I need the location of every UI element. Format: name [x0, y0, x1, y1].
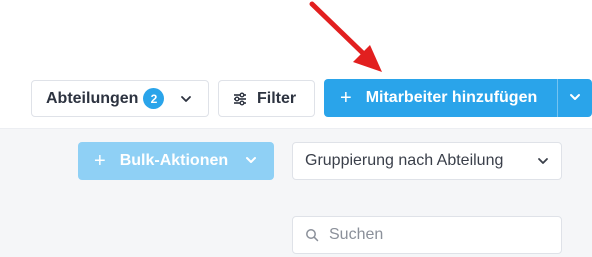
filter-label: Filter — [257, 89, 297, 107]
chevron-down-icon — [180, 93, 192, 105]
plus-icon: + — [340, 86, 352, 109]
red-arrow-icon — [309, 1, 382, 72]
chevron-down-icon[interactable] — [568, 90, 582, 109]
bulk-actions-button[interactable]: + Bulk-Aktionen — [78, 142, 274, 180]
split-divider — [557, 79, 558, 117]
grouping-value: Gruppierung nach Abteilung — [305, 152, 504, 169]
departments-count-badge: 2 — [143, 88, 165, 109]
departments-label: Abteilungen — [46, 89, 139, 107]
plus-icon: + — [94, 149, 106, 172]
sliders-icon — [233, 92, 247, 106]
search-icon — [305, 228, 319, 242]
chevron-down-icon — [244, 153, 258, 172]
add-employee-label: Mitarbeiter hinzufügen — [365, 89, 538, 106]
search-box[interactable] — [292, 216, 562, 254]
filter-button[interactable]: Filter — [218, 80, 315, 117]
departments-dropdown[interactable]: Abteilungen 2 — [31, 80, 209, 117]
bulk-actions-label: Bulk-Aktionen — [119, 152, 229, 169]
grouping-select[interactable]: Gruppierung nach Abteilung — [292, 142, 562, 180]
add-employee-button[interactable]: + Mitarbeiter hinzufügen — [324, 79, 592, 117]
chevron-down-icon — [537, 155, 549, 167]
search-input[interactable] — [329, 226, 549, 244]
